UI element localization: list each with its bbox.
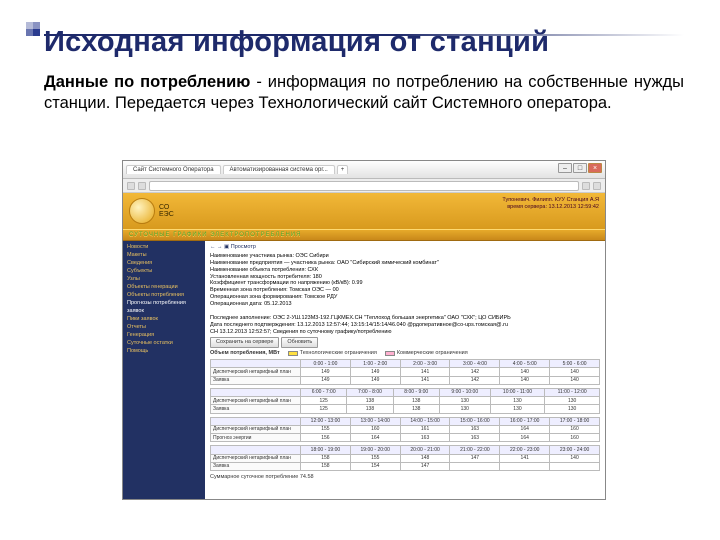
data-table: 12:00 - 13:0013:00 - 14:0014:00 - 15:001… xyxy=(210,417,600,443)
browser-tabbar: Сайт Системного Оператора Автоматизирова… xyxy=(123,161,605,179)
browser-tab-2[interactable]: Автоматизированная система орг... xyxy=(223,165,335,174)
desc-bold: Данные по потреблению xyxy=(44,73,250,91)
sidebar-item[interactable]: Объекты потребления xyxy=(127,292,201,300)
main-panel: ← → ▣ Просмотр Наименование участника ры… xyxy=(205,241,605,499)
section-header: СУТОЧНЫЕ ГРАФИКИ ЭЛЕКТРОПОТРЕБЛЕНИЯ xyxy=(123,229,605,241)
slide-description: Данные по потреблению - информация по по… xyxy=(44,72,684,114)
maximize-icon[interactable]: □ xyxy=(573,163,587,173)
sidebar-item[interactable]: Генерация xyxy=(127,332,201,340)
sidebar-item[interactable]: Помощь xyxy=(127,348,201,356)
forward-icon[interactable] xyxy=(138,182,146,190)
banner-userinfo: Тупоневич. Филипп. КУУ Станция А.Я время… xyxy=(502,197,599,211)
sidebar-item[interactable]: Узлы xyxy=(127,276,201,284)
sidebar-item[interactable]: Сведения xyxy=(127,260,201,268)
window-controls: – □ × xyxy=(558,163,602,173)
sidebar-item[interactable]: Макеты xyxy=(127,252,201,260)
data-table: 18:00 - 19:0019:00 - 20:0020:00 - 21:002… xyxy=(210,445,600,471)
data-table: 6:00 - 7:007:00 - 8:008:00 - 9:009:00 - … xyxy=(210,388,600,414)
sidebar-item[interactable]: Отчеты xyxy=(127,324,201,332)
new-tab-button[interactable]: + xyxy=(337,165,349,174)
sidebar-item[interactable]: Объекты генерации xyxy=(127,284,201,292)
swatch-yellow xyxy=(288,351,298,356)
footer-note: Суммарное суточное потребление 74.58 xyxy=(210,474,600,481)
url-input[interactable] xyxy=(149,181,579,191)
site-banner: СОЕЭС Тупоневич. Филипп. КУУ Станция А.Я… xyxy=(123,193,605,229)
sidebar: НовостиМакетыСведенияСубъектыУзлыОбъекты… xyxy=(123,241,205,499)
close-icon[interactable]: × xyxy=(588,163,602,173)
swatch-pink xyxy=(385,351,395,356)
sidebar-item[interactable]: Суточные остатки xyxy=(127,340,201,348)
minimize-icon[interactable]: – xyxy=(558,163,572,173)
logo-text: СОЕЭС xyxy=(159,204,174,218)
sidebar-item[interactable]: Пики заявок xyxy=(127,316,201,324)
reload-icon[interactable] xyxy=(582,182,590,190)
screenshot-frame: Сайт Системного Оператора Автоматизирова… xyxy=(122,160,606,500)
legend-title: Объем потребления, МВт xyxy=(210,350,280,357)
address-bar xyxy=(123,179,605,193)
sidebar-item[interactable]: Субъекты xyxy=(127,268,201,276)
back-icon[interactable] xyxy=(127,182,135,190)
action-buttons: Сохранить на сервере Обновить xyxy=(210,337,600,348)
info-block: Наименование участника рынка: ОЭС Сибири… xyxy=(210,253,600,336)
data-table: 0:00 - 1:001:00 - 2:002:00 - 3:003:00 - … xyxy=(210,359,600,385)
title-bullet xyxy=(26,22,40,36)
breadcrumb: ← → ▣ Просмотр xyxy=(210,244,600,251)
legend-row: Объем потребления, МВт Технологические о… xyxy=(210,350,600,357)
save-button[interactable]: Сохранить на сервере xyxy=(210,337,279,348)
logo-icon xyxy=(129,198,155,224)
tables-container: 0:00 - 1:001:00 - 2:002:00 - 3:003:00 - … xyxy=(210,359,600,471)
slide-title: Исходная информация от станций xyxy=(44,26,549,59)
refresh-button[interactable]: Обновить xyxy=(281,337,318,348)
sidebar-item[interactable]: Прогнозы потребления заявок xyxy=(127,300,201,316)
sidebar-item[interactable]: Новости xyxy=(127,244,201,252)
browser-tab-1[interactable]: Сайт Системного Оператора xyxy=(126,165,221,174)
home-icon[interactable] xyxy=(593,182,601,190)
